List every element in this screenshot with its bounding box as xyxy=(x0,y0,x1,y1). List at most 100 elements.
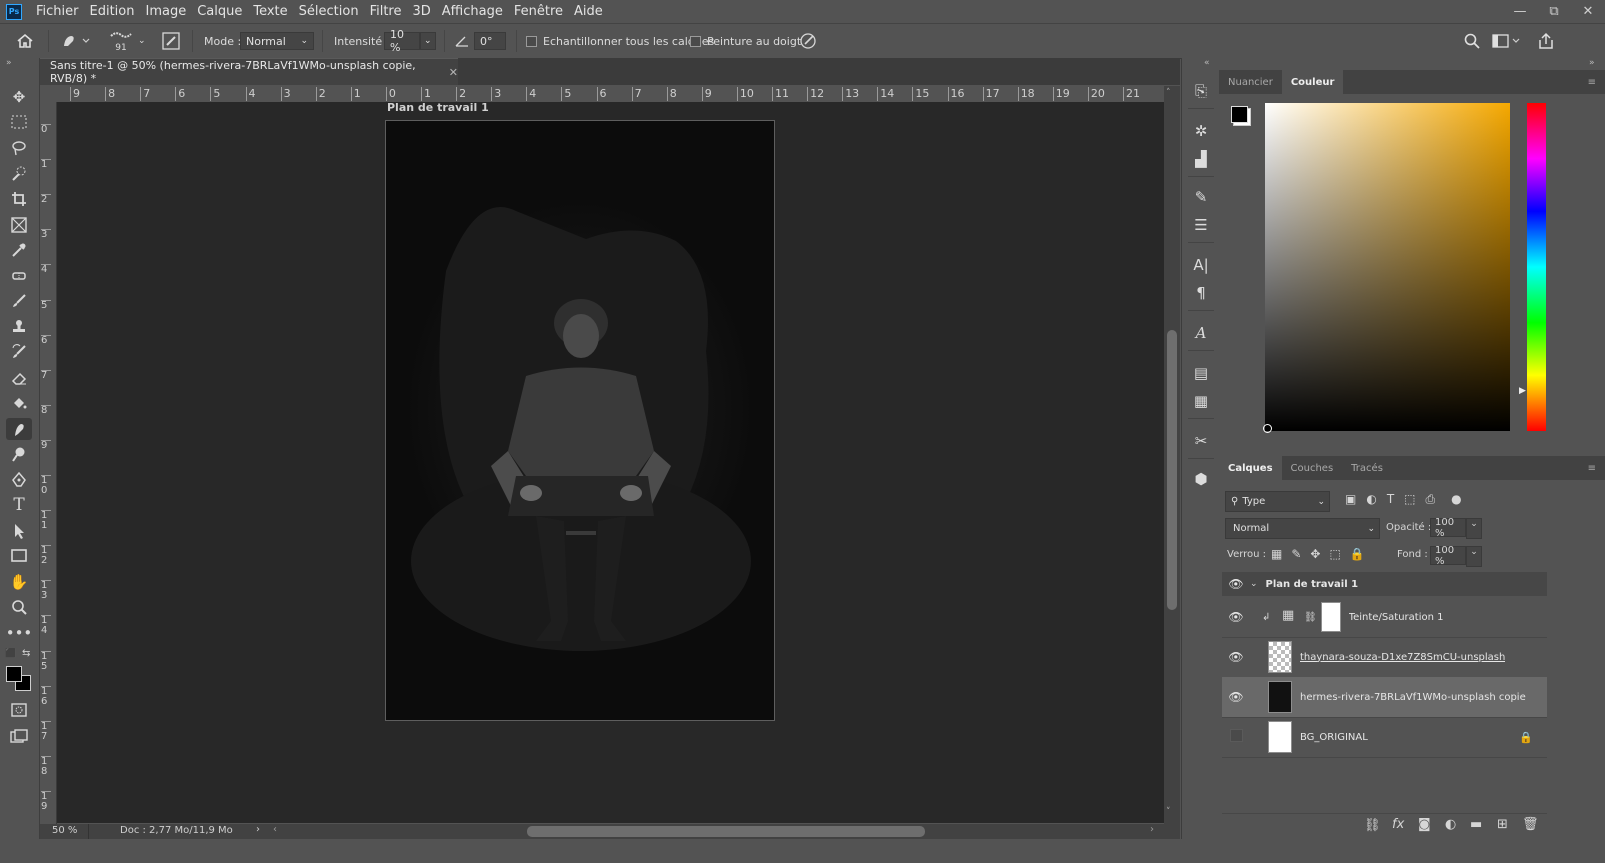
link-chain-icon[interactable]: ⛓ xyxy=(1304,612,1317,623)
type-tool[interactable]: T xyxy=(6,494,32,516)
filter-shape-icon[interactable]: ⬚ xyxy=(1404,492,1415,507)
navigator-panel-button[interactable]: ✲ xyxy=(1188,120,1214,142)
menu-aide[interactable]: Aide xyxy=(574,4,603,19)
frame-tool[interactable] xyxy=(6,214,32,236)
clone-stamp-tool[interactable] xyxy=(6,316,32,338)
scroll-left-icon[interactable]: ‹ xyxy=(273,824,277,835)
lasso-tool[interactable] xyxy=(6,137,32,159)
menu-fichier[interactable]: Fichier xyxy=(36,4,79,19)
close-tab-icon[interactable]: ✕ xyxy=(449,66,458,79)
visibility-eye-icon[interactable]: 👁 xyxy=(1222,577,1250,591)
filter-type-icon[interactable]: T xyxy=(1387,492,1394,507)
menu-edition[interactable]: Edition xyxy=(90,4,135,19)
foreground-swatch[interactable] xyxy=(1231,106,1248,123)
document-size-info[interactable]: Doc : 2,77 Mo/11,9 Mo xyxy=(120,825,233,836)
finger-painting-checkbox[interactable]: Peinture au doigt xyxy=(690,24,801,58)
link-layers-icon[interactable]: ⛓ xyxy=(1364,818,1381,833)
layer-thumbnail[interactable] xyxy=(1268,721,1292,753)
layer-style-fx-icon[interactable]: fx xyxy=(1392,817,1404,832)
intensity-input[interactable]: 10 % xyxy=(384,28,420,54)
menu-image[interactable]: Image xyxy=(145,4,186,19)
visibility-empty-box-icon[interactable] xyxy=(1222,729,1250,745)
brush-settings-panel-button[interactable]: ✎ xyxy=(1188,186,1214,208)
eyedropper-tool[interactable] xyxy=(6,239,32,261)
crop-tool[interactable] xyxy=(6,188,32,210)
menu-affichage[interactable]: Affichage xyxy=(442,4,503,19)
menu-selection[interactable]: Sélection xyxy=(299,4,359,19)
smudge-tool-preset[interactable] xyxy=(60,24,90,58)
add-mask-icon[interactable]: ◙ xyxy=(1418,817,1431,832)
angle-input[interactable]: 0° xyxy=(474,32,506,50)
scroll-right-icon[interactable]: › xyxy=(1150,824,1154,835)
layer-row[interactable]: 👁 ↲ ▦ ⛓ Teinte/Saturation 1 xyxy=(1222,597,1547,638)
menu-calque[interactable]: Calque xyxy=(197,4,242,19)
lock-all-icon[interactable]: 🔒 xyxy=(1350,547,1365,561)
fill-dropdown-icon[interactable]: ⌄ xyxy=(1466,546,1482,567)
filter-pixel-icon[interactable]: ▣ xyxy=(1345,492,1356,507)
horizontal-ruler[interactable]: 9 8 7 6 5 4 3 2 1 0 1 2 3 4 5 6 7 8 9 10 11 12 13 14 15 16 17 18 19 2… xyxy=(56,86,1164,103)
layer-row[interactable]: 👁 thaynara-souza-D1xe7Z8SmCU-unsplash xyxy=(1222,637,1547,678)
paragraph-panel-button[interactable]: ¶ xyxy=(1188,282,1214,304)
brush-picker-chevron-icon[interactable]: ⌄ xyxy=(138,24,146,58)
tab-couleur[interactable]: Couleur xyxy=(1281,70,1344,94)
fill-input[interactable]: 100 % xyxy=(1430,545,1466,567)
new-layer-icon[interactable]: ⊞ xyxy=(1497,817,1508,832)
quick-mask-button[interactable] xyxy=(6,699,32,721)
smudge-tool[interactable] xyxy=(6,418,32,440)
close-button[interactable]: ✕ xyxy=(1571,4,1605,19)
hue-slider[interactable] xyxy=(1527,103,1546,431)
character-panel-button[interactable]: A| xyxy=(1188,254,1214,276)
brush-tool[interactable] xyxy=(6,290,32,312)
home-button[interactable] xyxy=(16,24,34,58)
lock-artboard-icon[interactable]: ⬚ xyxy=(1329,547,1340,561)
zoom-level[interactable]: 50 % xyxy=(52,825,77,836)
search-button[interactable] xyxy=(1463,24,1481,58)
color-field[interactable] xyxy=(1265,103,1510,431)
horizontal-scroll-thumb[interactable] xyxy=(527,826,925,837)
screen-mode-button[interactable] xyxy=(6,725,32,747)
quick-selection-tool[interactable] xyxy=(6,162,32,184)
tools-panel-button[interactable]: ✂ xyxy=(1188,430,1214,452)
eraser-tool[interactable] xyxy=(6,367,32,389)
trash-icon[interactable]: 🗑 xyxy=(1522,817,1539,832)
color-picker-cursor[interactable] xyxy=(1263,424,1272,433)
expand-panels-icon[interactable]: « xyxy=(1204,58,1210,68)
panel-menu-icon[interactable]: ≡ xyxy=(1579,456,1605,480)
pen-tool[interactable] xyxy=(6,469,32,491)
more-tools-button[interactable]: ••• xyxy=(6,622,33,644)
pressure-button[interactable] xyxy=(799,24,817,58)
share-button[interactable] xyxy=(1537,24,1555,58)
glyphs-panel-button[interactable]: A xyxy=(1188,322,1214,344)
group-collapse-chevron-icon[interactable]: ⌄ xyxy=(1250,579,1258,589)
marquee-tool[interactable] xyxy=(6,111,32,133)
hue-slider-handle-icon[interactable]: ▶ xyxy=(1519,386,1526,396)
blend-mode-select[interactable]: Normal ⌄ xyxy=(1225,518,1380,539)
visibility-eye-icon[interactable]: 👁 xyxy=(1222,690,1250,704)
new-group-folder-icon[interactable]: ▬ xyxy=(1470,817,1482,832)
panel-menu-icon[interactable]: ≡ xyxy=(1579,70,1605,94)
brush-settings-button[interactable] xyxy=(162,24,180,58)
dodge-tool[interactable] xyxy=(6,443,32,465)
scroll-up-icon[interactable]: ˄ xyxy=(1166,88,1171,98)
properties-panel-button[interactable]: ▤ xyxy=(1188,362,1214,384)
path-selection-tool[interactable] xyxy=(6,520,32,542)
menu-filtre[interactable]: Filtre xyxy=(370,4,402,19)
tab-couches[interactable]: Couches xyxy=(1282,456,1343,480)
tab-traces[interactable]: Tracés xyxy=(1342,456,1392,480)
paint-bucket-tool[interactable] xyxy=(6,392,32,414)
layer-row[interactable]: BG_ORIGINAL 🔒 xyxy=(1222,717,1547,758)
collapse-panels-icon[interactable]: » xyxy=(1589,58,1595,68)
layer-group-row[interactable]: 👁 ⌄ Plan de travail 1 xyxy=(1222,572,1547,596)
menu-fenetre[interactable]: Fenêtre xyxy=(514,4,563,19)
layer-thumbnail[interactable] xyxy=(1268,641,1292,673)
swap-colors-icon[interactable]: ⇆ xyxy=(22,648,30,659)
sample-all-layers-checkbox[interactable]: Echantillonner tous les calques xyxy=(526,24,714,58)
collapse-tools-icon[interactable]: » xyxy=(6,58,12,68)
adjustments-panel-button[interactable]: ☰ xyxy=(1188,214,1214,236)
hand-tool[interactable]: ✋ xyxy=(6,571,32,593)
layer-mask-thumbnail[interactable] xyxy=(1320,602,1341,632)
default-colors-icon[interactable]: ⬛ xyxy=(5,649,16,659)
tab-nuancier[interactable]: Nuancier xyxy=(1219,70,1282,94)
restore-button[interactable]: ⧉ xyxy=(1537,4,1571,19)
libraries-panel-button[interactable]: ▦ xyxy=(1188,390,1214,412)
